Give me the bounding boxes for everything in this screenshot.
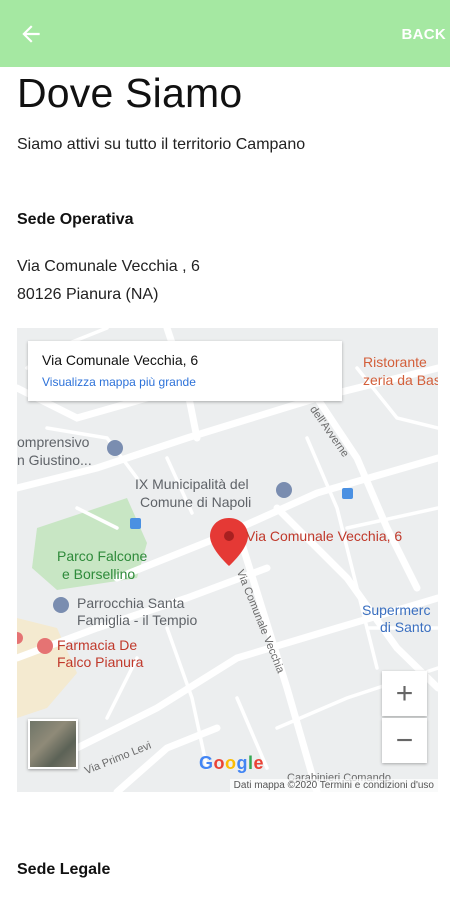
- app-bar: BACK: [0, 0, 450, 67]
- map-label-farmacia-1: Farmacia De: [57, 637, 138, 653]
- sede-operativa-heading: Sede Operativa: [17, 211, 134, 228]
- map-info-title: Via Comunale Vecchia, 6: [42, 352, 199, 368]
- map-label-comprensivo-1: omprensivo: [17, 434, 90, 450]
- map-label-supermercato-1: Supermerc: [362, 602, 431, 618]
- map-label-ristorante-2: zeria da Basili: [363, 372, 438, 388]
- zoom-in-button[interactable]: +: [382, 671, 427, 716]
- back-button[interactable]: BACK: [401, 26, 446, 43]
- back-arrow-icon[interactable]: [18, 21, 44, 47]
- embedded-map[interactable]: Via Comunale Vecchia, 6 Visualizza mappa…: [17, 328, 438, 792]
- google-logo: Google: [199, 753, 265, 773]
- page-subtitle: Siamo attivi su tutto il territorio Camp…: [17, 136, 306, 153]
- address-line-1: Via Comunale Vecchia , 6: [17, 258, 200, 275]
- map-label-parrocchia-2: Famiglia - il Tempio: [77, 612, 198, 628]
- zoom-out-button[interactable]: −: [382, 718, 427, 763]
- map-attribution[interactable]: Dati mappa ©2020 Termini e condizioni d'…: [229, 779, 438, 792]
- map-label-comprensivo-2: n Giustino...: [17, 452, 92, 468]
- map-label-parrocchia-1: Parrocchia Santa: [77, 595, 185, 611]
- page-title: Dove Siamo: [17, 70, 243, 116]
- map-label-municipalita-2: Comune di Napoli: [140, 494, 252, 510]
- map-marker-label: Via Comunale Vecchia, 6: [246, 528, 403, 544]
- map-label-ristorante-1: Ristorante: [363, 354, 427, 370]
- satellite-toggle-thumbnail[interactable]: [28, 719, 78, 769]
- map-label-supermercato-2: di Santo: [380, 619, 432, 635]
- map-label-municipalita-1: IX Municipalità del: [135, 476, 249, 492]
- map-info-card: Via Comunale Vecchia, 6 Visualizza mappa…: [28, 341, 342, 401]
- sede-legale-heading: Sede Legale: [17, 861, 111, 878]
- map-label-parco-2: e Borsellino: [62, 566, 136, 582]
- address-line-2: 80126 Pianura (NA): [17, 286, 159, 303]
- map-label-farmacia-2: Falco Pianura: [57, 654, 144, 670]
- view-larger-map-link[interactable]: Visualizza mappa più grande: [42, 375, 196, 389]
- map-label-parco-1: Parco Falcone: [57, 548, 148, 564]
